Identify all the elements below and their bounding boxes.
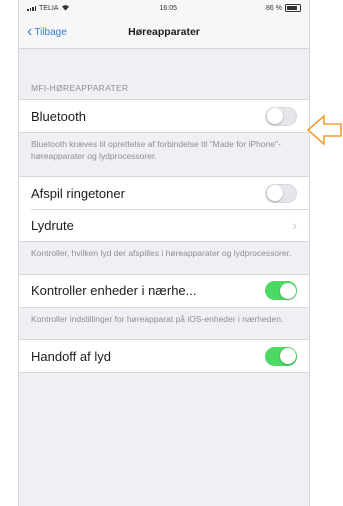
- audio-route-row[interactable]: Lydrute ›: [19, 209, 309, 241]
- chevron-right-icon: ›: [292, 217, 297, 233]
- audio-route-label: Lydrute: [31, 217, 74, 233]
- carrier-label: TELIA: [39, 4, 59, 12]
- status-time: 16:05: [159, 4, 177, 12]
- toggle-knob: [266, 108, 283, 124]
- bluetooth-footer: Bluetooth kræves til oprettelse af forbi…: [31, 139, 281, 161]
- handoff-label: Handoff af lyd: [31, 348, 111, 364]
- section-header-mfi: MFI-HØREAPPARATER: [31, 83, 129, 93]
- ringtones-row[interactable]: Afspil ringetoner: [19, 177, 309, 209]
- status-left: TELIA: [27, 4, 70, 13]
- nav-bar: ‹ Tilbage Høreapparater: [19, 16, 309, 49]
- status-right: 86 %: [266, 4, 301, 12]
- control-nearby-label: Kontroller enheder i nærhe...: [31, 283, 197, 298]
- control-nearby-toggle[interactable]: [265, 281, 297, 300]
- group-handoff: Handoff af lyd: [19, 339, 309, 373]
- ringtones-toggle[interactable]: [265, 183, 297, 203]
- phone-screen: TELIA 16:05 86 % ‹ Tilbage Høreapparater…: [18, 0, 310, 506]
- group-audio: Afspil ringetoner Lydrute ›: [19, 176, 309, 242]
- bluetooth-label: Bluetooth: [31, 108, 86, 124]
- toggle-knob: [279, 348, 296, 364]
- control-nearby-row[interactable]: Kontroller enheder i nærhe...: [19, 275, 309, 307]
- battery-percent: 86 %: [266, 4, 282, 12]
- wifi-icon: [61, 4, 70, 13]
- control-footer: Kontroller indstillinger for høreapparat…: [31, 313, 284, 324]
- bluetooth-toggle[interactable]: [265, 106, 297, 126]
- toggle-knob: [279, 282, 296, 299]
- group-control: Kontroller enheder i nærhe...: [19, 273, 309, 308]
- annotation-arrow-icon: [306, 114, 342, 146]
- status-bar: TELIA 16:05 86 %: [19, 0, 309, 16]
- page-title: Høreapparater: [128, 26, 200, 38]
- group-bluetooth: Bluetooth: [19, 99, 309, 133]
- handoff-row[interactable]: Handoff af lyd: [19, 340, 309, 372]
- signal-icon: [27, 5, 36, 11]
- toggle-knob: [266, 185, 283, 201]
- bluetooth-row[interactable]: Bluetooth: [19, 100, 309, 132]
- ringtones-label: Afspil ringetoner: [31, 185, 125, 201]
- battery-icon: [284, 4, 301, 12]
- audio-footer: Kontroller, hvilken lyd der afspilles i …: [31, 248, 292, 258]
- handoff-toggle[interactable]: [265, 346, 297, 366]
